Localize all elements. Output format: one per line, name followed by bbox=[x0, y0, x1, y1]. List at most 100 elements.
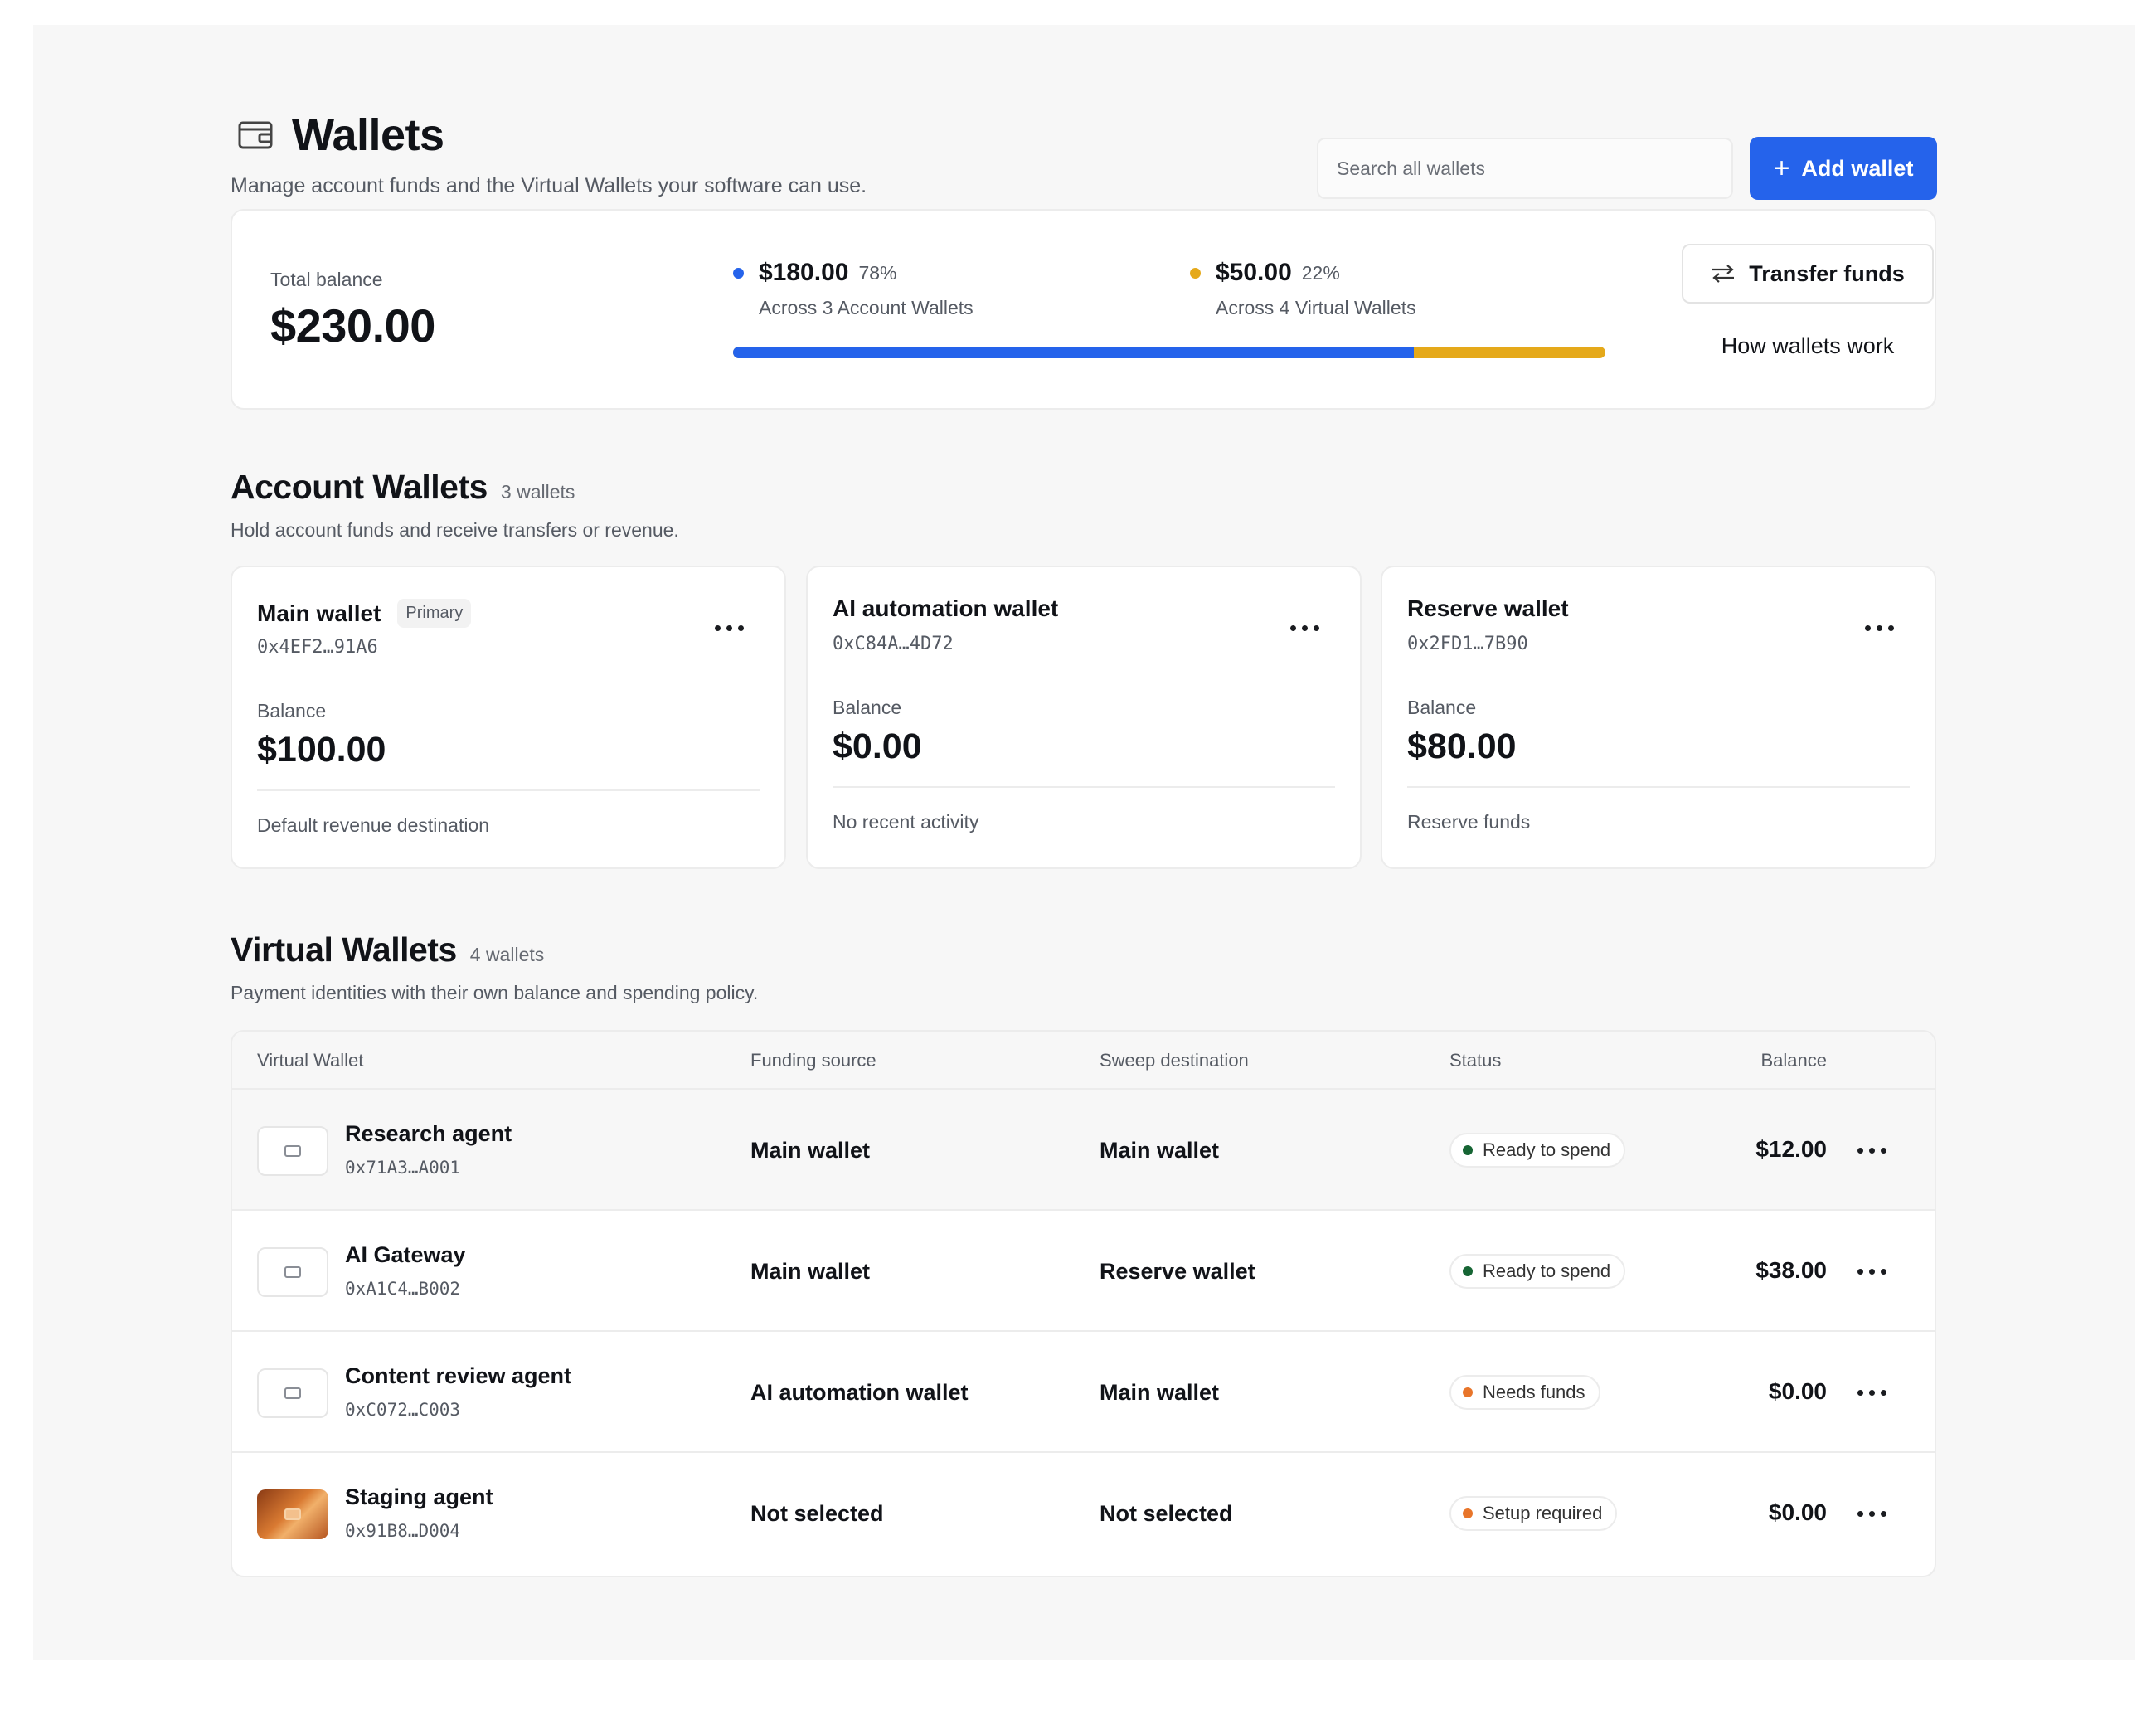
more-options-icon[interactable] bbox=[1857, 1511, 1886, 1517]
virtual-wallet-name: Content review agent bbox=[345, 1363, 572, 1388]
account-wallet-card[interactable]: Main wallet Primary 0x4EF2…91A6 Balance … bbox=[231, 566, 786, 869]
how-wallets-work-link[interactable]: How wallets work bbox=[1682, 333, 1934, 359]
sweep-destination: Main wallet bbox=[1100, 1138, 1220, 1163]
table-row[interactable]: Research agent 0x71A3…A001 Main wallet M… bbox=[232, 1090, 1935, 1211]
wallet-address: 0x4EF2…91A6 bbox=[257, 637, 378, 658]
virtual-wallet-address: 0x71A3…A001 bbox=[345, 1158, 461, 1178]
table-row[interactable]: Staging agent 0x91B8…D004 Not selected N… bbox=[232, 1453, 1935, 1574]
account-split: $180.00 78% Across 3 Account Wallets bbox=[733, 259, 974, 319]
account-bar-fill bbox=[733, 347, 1414, 358]
primary-badge: Primary bbox=[397, 599, 472, 628]
virtual-wallets-heading: Virtual Wallets 4 wallets bbox=[231, 930, 544, 969]
wallet-note: Reserve funds bbox=[1407, 811, 1531, 833]
wallet-chip-icon bbox=[257, 1247, 328, 1297]
virtual-wallet-address: 0xA1C4…B002 bbox=[345, 1279, 461, 1299]
more-options-icon[interactable] bbox=[1857, 1390, 1886, 1396]
account-wallets-count: 3 wallets bbox=[500, 481, 575, 503]
status-label: Ready to spend bbox=[1483, 1261, 1611, 1281]
wallet-chip-icon bbox=[257, 1368, 328, 1418]
wallet-chip-icon bbox=[257, 1126, 328, 1176]
more-options-icon[interactable] bbox=[1865, 625, 1894, 631]
title-row: Wallets bbox=[231, 109, 444, 161]
virtual-wallet-name: Research agent bbox=[345, 1121, 512, 1146]
table-row[interactable]: Content review agent 0xC072…C003 AI auto… bbox=[232, 1332, 1935, 1453]
column-header: Status bbox=[1449, 1050, 1502, 1071]
page-header: Wallets Manage account funds and the Vir… bbox=[231, 85, 1937, 201]
wallet-icon bbox=[238, 121, 273, 149]
search-placeholder: Search all wallets bbox=[1337, 157, 1485, 179]
more-options-icon[interactable] bbox=[715, 625, 744, 631]
virtual-wallets-count: 4 wallets bbox=[469, 944, 545, 965]
wallet-address: 0x2FD1…7B90 bbox=[1407, 634, 1528, 654]
page-canvas: Wallets Manage account funds and the Vir… bbox=[33, 25, 2135, 1660]
transfer-arrows-icon bbox=[1712, 265, 1735, 283]
more-options-icon[interactable] bbox=[1857, 1148, 1886, 1154]
account-dot-icon bbox=[733, 267, 744, 279]
account-sub: Across 3 Account Wallets bbox=[759, 297, 974, 318]
transfer-funds-button[interactable]: Transfer funds bbox=[1682, 244, 1934, 304]
account-wallet-card[interactable]: AI automation wallet 0xC84A…4D72 Balance… bbox=[806, 566, 1362, 869]
wallet-note: Default revenue destination bbox=[257, 814, 490, 836]
virtual-wallet-balance: $12.00 bbox=[1755, 1136, 1827, 1162]
page-subtitle: Manage account funds and the Virtual Wal… bbox=[231, 174, 867, 197]
virtual-pct: 22% bbox=[1301, 261, 1340, 284]
status-label: Needs funds bbox=[1483, 1382, 1585, 1402]
wallet-balance: $100.00 bbox=[257, 730, 386, 770]
card-art-icon bbox=[257, 1489, 328, 1539]
card-divider bbox=[833, 786, 1335, 788]
card-divider bbox=[1407, 786, 1910, 788]
account-wallet-card[interactable]: Reserve wallet 0x2FD1…7B90 Balance $80.0… bbox=[1381, 566, 1936, 869]
virtual-amount: $50.00 bbox=[1216, 259, 1292, 286]
account-wallets-title: Account Wallets bbox=[231, 468, 488, 506]
add-wallet-button[interactable]: + Add wallet bbox=[1750, 137, 1937, 200]
account-pct: 78% bbox=[858, 261, 897, 284]
column-header: Balance bbox=[1760, 1050, 1827, 1071]
status-dot-icon bbox=[1463, 1508, 1473, 1518]
column-header: Virtual Wallet bbox=[257, 1050, 364, 1071]
virtual-wallet-address: 0xC072…C003 bbox=[345, 1400, 461, 1420]
virtual-wallet-balance: $38.00 bbox=[1755, 1257, 1827, 1283]
status-dot-icon bbox=[1463, 1266, 1473, 1276]
plus-icon: + bbox=[1773, 153, 1790, 184]
funding-source: Main wallet bbox=[750, 1138, 871, 1163]
virtual-wallet-address: 0x91B8…D004 bbox=[345, 1521, 461, 1541]
total-balance-label: Total balance bbox=[270, 269, 383, 290]
status-dot-icon bbox=[1463, 1387, 1473, 1397]
status-label: Ready to spend bbox=[1483, 1139, 1611, 1160]
status-dot-icon bbox=[1463, 1145, 1473, 1155]
virtual-wallets-description: Payment identities with their own balanc… bbox=[231, 982, 759, 1003]
balance-label: Balance bbox=[1407, 697, 1477, 718]
balance-summary-card: Total balance $230.00 $180.00 78% Across… bbox=[231, 209, 1936, 410]
virtual-wallet-balance: $0.00 bbox=[1768, 1499, 1827, 1525]
virtual-split: $50.00 22% Across 4 Virtual Wallets bbox=[1190, 259, 1416, 319]
virtual-dot-icon bbox=[1190, 267, 1201, 279]
funding-source: Main wallet bbox=[750, 1259, 871, 1284]
more-options-icon[interactable] bbox=[1290, 625, 1319, 631]
sweep-destination: Not selected bbox=[1100, 1501, 1233, 1526]
more-options-icon[interactable] bbox=[1857, 1269, 1886, 1275]
page-title: Wallets bbox=[292, 110, 444, 160]
search-input[interactable]: Search all wallets bbox=[1317, 138, 1733, 199]
wallet-name: Reserve wallet bbox=[1407, 595, 1569, 621]
virtual-wallet-balance: $0.00 bbox=[1768, 1378, 1827, 1404]
wallet-balance: $80.00 bbox=[1407, 726, 1517, 766]
account-amount: $180.00 bbox=[759, 259, 849, 286]
sweep-destination: Main wallet bbox=[1100, 1380, 1220, 1405]
virtual-wallets-table: Virtual Wallet Funding source Sweep dest… bbox=[231, 1030, 1936, 1577]
account-wallets-description: Hold account funds and receive transfers… bbox=[231, 519, 679, 541]
column-header: Funding source bbox=[750, 1050, 876, 1071]
table-row[interactable]: AI Gateway 0xA1C4…B002 Main wallet Reser… bbox=[232, 1211, 1935, 1332]
funding-source: AI automation wallet bbox=[750, 1380, 969, 1405]
total-balance-value: $230.00 bbox=[270, 299, 435, 352]
status-badge: Ready to spend bbox=[1449, 1133, 1626, 1168]
virtual-wallet-name: Staging agent bbox=[345, 1484, 493, 1509]
add-wallet-label: Add wallet bbox=[1801, 155, 1914, 181]
transfer-funds-label: Transfer funds bbox=[1749, 260, 1905, 286]
status-badge: Ready to spend bbox=[1449, 1254, 1626, 1289]
virtual-wallets-title: Virtual Wallets bbox=[231, 930, 457, 969]
status-label: Setup required bbox=[1483, 1503, 1603, 1523]
status-badge: Needs funds bbox=[1449, 1375, 1600, 1410]
funding-source: Not selected bbox=[750, 1501, 884, 1526]
wallet-note: No recent activity bbox=[833, 811, 979, 833]
balance-label: Balance bbox=[833, 697, 902, 718]
